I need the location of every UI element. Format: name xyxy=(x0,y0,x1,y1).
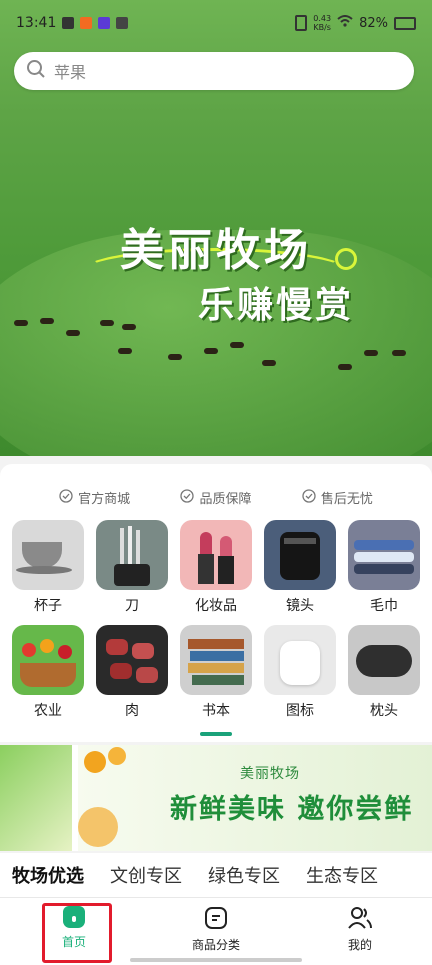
check-circle-icon xyxy=(59,488,73,507)
category-label: 刀 xyxy=(125,598,139,614)
category-label: 农业 xyxy=(34,703,62,719)
guarantee-label: 品质保障 xyxy=(199,492,252,507)
tab-farm-picks[interactable]: 牧场优选 xyxy=(12,862,84,888)
check-circle-icon xyxy=(302,488,316,507)
category-grid: 杯子 刀 化妆品 镜头 毛巾 农业 肉 书本 图标 枕头 xyxy=(6,520,426,720)
nav-categories[interactable]: 商品分类 xyxy=(176,906,256,953)
battery-level: 82% xyxy=(359,15,388,31)
camera-lens-image xyxy=(264,520,336,590)
promo-banner[interactable]: 美丽牧场 新鲜美味 邀你尝鲜 xyxy=(0,745,432,851)
guarantee-quality: 品质保障 xyxy=(180,488,252,507)
category-towels[interactable]: 毛巾 xyxy=(342,520,426,615)
guarantee-aftersales: 售后无忧 xyxy=(302,488,373,507)
orange-image xyxy=(84,751,106,773)
category-meat[interactable]: 肉 xyxy=(90,625,174,720)
status-bar: 13:41 0.43 KB/s 82% xyxy=(0,0,432,46)
pillow-image xyxy=(348,625,420,695)
category-label: 镜头 xyxy=(286,598,314,614)
user-icon xyxy=(347,906,373,933)
guarantee-label: 售后无忧 xyxy=(320,492,373,507)
category-lens[interactable]: 镜头 xyxy=(258,520,342,615)
promo-left-image xyxy=(0,745,72,851)
earbuds-image xyxy=(264,625,336,695)
video-app-icon xyxy=(98,17,111,29)
guarantee-label: 官方商城 xyxy=(78,492,131,507)
lipstick-image xyxy=(180,520,252,590)
category-label: 化妆品 xyxy=(195,598,237,614)
guarantee-official: 官方商城 xyxy=(59,488,130,507)
category-list-icon xyxy=(204,906,228,933)
network-speed-unit: KB/s xyxy=(313,23,331,32)
hero-title: 美丽牧场 xyxy=(120,225,312,276)
category-knives[interactable]: 刀 xyxy=(90,520,174,615)
nav-categories-label: 商品分类 xyxy=(191,938,240,952)
category-label: 枕头 xyxy=(370,703,398,719)
horses-illustration xyxy=(0,300,432,380)
meat-image xyxy=(96,625,168,695)
category-label: 杯子 xyxy=(34,598,62,614)
category-cosmetics[interactable]: 化妆品 xyxy=(174,520,258,615)
promo-headline: 新鲜美味 邀你尝鲜 xyxy=(170,794,414,825)
category-pillow[interactable]: 枕头 xyxy=(342,625,426,720)
category-label: 肉 xyxy=(125,703,139,719)
network-speed-value: 0.43 xyxy=(313,14,332,23)
guarantee-strip: 官方商城 品质保障 售后无忧 xyxy=(0,488,432,507)
tab-eco[interactable]: 生态专区 xyxy=(306,862,378,888)
vegetable-basket-image xyxy=(12,625,84,695)
category-books[interactable]: 书本 xyxy=(174,625,258,720)
check-circle-icon xyxy=(180,488,195,507)
vibrate-icon xyxy=(295,15,308,31)
orange-image xyxy=(108,747,126,765)
battery-icon xyxy=(394,16,416,30)
search-placeholder: 苹果 xyxy=(54,63,87,82)
app-notification-icon xyxy=(80,17,93,29)
search-bar[interactable]: 苹果 xyxy=(14,52,414,90)
category-label: 图标 xyxy=(286,703,314,719)
status-time: 13:41 xyxy=(16,15,57,31)
category-icons[interactable]: 图标 xyxy=(258,625,342,720)
search-icon xyxy=(14,59,46,83)
network-speed: 0.43 KB/s xyxy=(313,14,331,32)
home-highlight-box xyxy=(42,903,112,963)
section-tabs: 牧场优选 文创专区 绿色专区 生态专区 xyxy=(0,853,432,897)
nav-mine[interactable]: 我的 xyxy=(320,906,400,953)
category-label: 毛巾 xyxy=(370,598,398,614)
notification-icon xyxy=(62,17,75,29)
gesture-bar[interactable] xyxy=(130,958,302,962)
melon-image xyxy=(78,807,118,847)
message-icon xyxy=(116,17,129,29)
tab-green[interactable]: 绿色专区 xyxy=(208,862,280,888)
tab-creative[interactable]: 文创专区 xyxy=(110,862,182,888)
active-category-indicator xyxy=(200,732,232,736)
promo-subtitle: 美丽牧场 xyxy=(240,766,300,782)
towels-image xyxy=(348,520,420,590)
category-cups[interactable]: 杯子 xyxy=(6,520,90,615)
cup-image xyxy=(12,520,84,590)
wifi-icon xyxy=(337,15,353,31)
knife-set-image xyxy=(96,520,168,590)
nav-mine-label: 我的 xyxy=(347,938,372,952)
category-label: 书本 xyxy=(202,703,230,719)
category-agriculture[interactable]: 农业 xyxy=(6,625,90,720)
books-image xyxy=(180,625,252,695)
